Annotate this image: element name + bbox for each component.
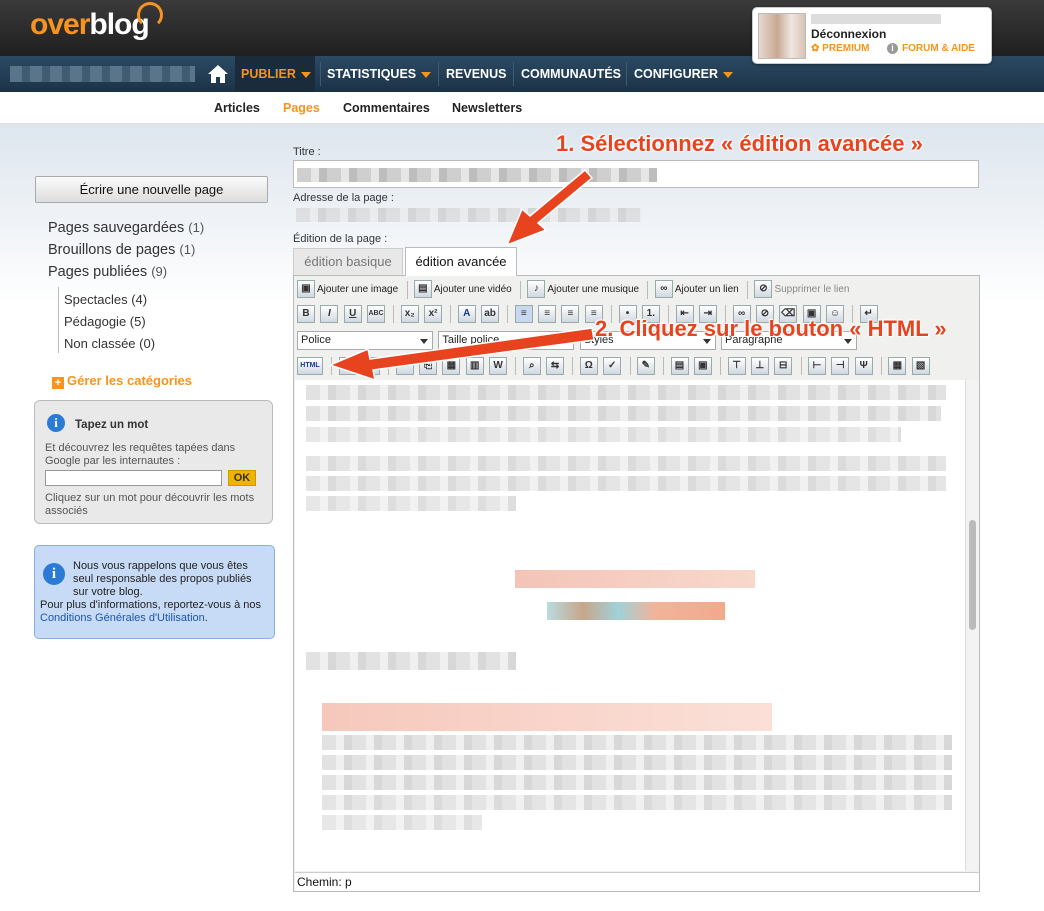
annotation-arrows bbox=[327, 168, 595, 382]
arrow-step-1 bbox=[505, 168, 594, 247]
arrow-step-2 bbox=[327, 327, 595, 382]
